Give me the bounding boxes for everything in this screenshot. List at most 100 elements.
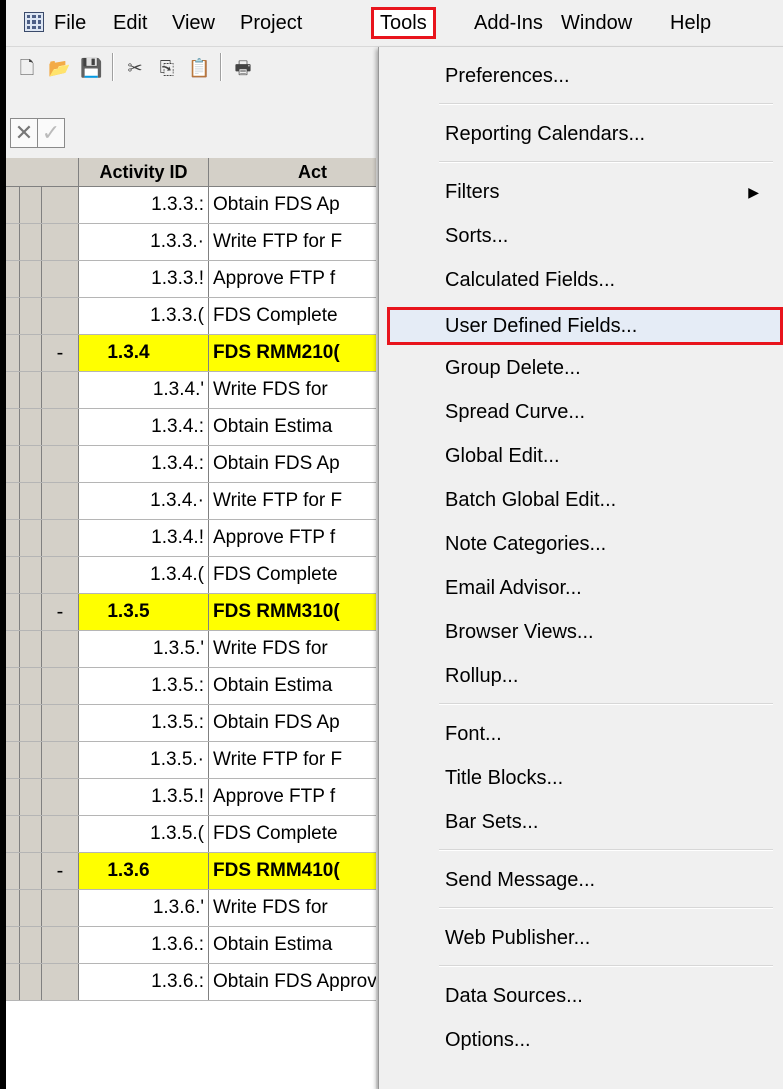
- collapse-toggle[interactable]: [42, 224, 79, 260]
- cancel-edit-button[interactable]: ✕: [10, 118, 38, 148]
- table-row[interactable]: 1.3.5.' Write FDS for: [6, 631, 376, 668]
- new-icon[interactable]: 🗋: [16, 57, 38, 79]
- menu-item-email-advisor[interactable]: Email Advisor...: [399, 569, 769, 607]
- table-row[interactable]: 1.3.3.! Approve FTP f: [6, 261, 376, 298]
- paste-icon[interactable]: 📋: [188, 57, 210, 79]
- row-selector[interactable]: [20, 372, 42, 408]
- cell-activity-name[interactable]: Write FDS for: [209, 372, 376, 408]
- cell-activity-name[interactable]: Obtain FDS Ap: [209, 446, 376, 482]
- table-row[interactable]: 1.3.4.' Write FDS for: [6, 372, 376, 409]
- menu-item-spread-curve[interactable]: Spread Curve...: [399, 393, 769, 431]
- collapse-toggle[interactable]: [42, 483, 79, 519]
- menu-item-sorts[interactable]: Sorts...: [399, 217, 769, 255]
- cell-activity-id[interactable]: 1.3.4.': [79, 372, 209, 408]
- collapse-toggle[interactable]: -: [42, 594, 79, 630]
- cell-activity-id[interactable]: 1.3.6: [79, 853, 209, 889]
- app-icon[interactable]: [24, 12, 44, 32]
- menu-edit[interactable]: Edit: [111, 10, 149, 36]
- menu-item-reporting-calendars[interactable]: Reporting Calendars...: [399, 115, 769, 153]
- cell-activity-name[interactable]: Write FDS for: [209, 890, 376, 926]
- header-activity-id[interactable]: Activity ID: [79, 158, 209, 186]
- menu-item-batch-global-edit[interactable]: Batch Global Edit...: [399, 481, 769, 519]
- cell-activity-name[interactable]: Approve FTP f: [209, 520, 376, 556]
- open-icon[interactable]: 📂: [48, 57, 70, 79]
- row-selector[interactable]: [20, 261, 42, 297]
- menu-item-global-edit[interactable]: Global Edit...: [399, 437, 769, 475]
- collapse-toggle[interactable]: [42, 631, 79, 667]
- cell-activity-id[interactable]: 1.3.3.(: [79, 298, 209, 334]
- row-selector[interactable]: [20, 816, 42, 852]
- table-row[interactable]: 1.3.4.: Obtain FDS Ap: [6, 446, 376, 483]
- collapse-toggle[interactable]: [42, 520, 79, 556]
- copy-icon[interactable]: ⎘: [156, 57, 178, 79]
- table-row[interactable]: 1.3.6.:Obtain FDS Approval for FDS RMM41…: [6, 964, 376, 1001]
- cell-activity-name[interactable]: Write FTP for F: [209, 742, 376, 778]
- cell-activity-id[interactable]: 1.3.5.:: [79, 705, 209, 741]
- cell-activity-id[interactable]: 1.3.6.:: [79, 964, 209, 1000]
- summary-row[interactable]: -1.3.6 FDS RMM410(: [6, 853, 376, 890]
- row-selector[interactable]: [20, 779, 42, 815]
- row-selector[interactable]: [20, 853, 42, 889]
- row-selector[interactable]: [20, 224, 42, 260]
- cell-activity-id[interactable]: 1.3.5.(: [79, 816, 209, 852]
- menu-item-rollup[interactable]: Rollup...: [399, 657, 769, 695]
- table-row[interactable]: 1.3.6.: Obtain Estima: [6, 927, 376, 964]
- row-selector[interactable]: [20, 631, 42, 667]
- menu-item-font[interactable]: Font...: [399, 715, 769, 753]
- table-row[interactable]: 1.3.4.: Obtain Estima: [6, 409, 376, 446]
- print-icon[interactable]: 🖶: [232, 57, 254, 79]
- cell-activity-id[interactable]: 1.3.6.:: [79, 927, 209, 963]
- row-selector[interactable]: [20, 483, 42, 519]
- collapse-toggle[interactable]: [42, 816, 79, 852]
- collapse-toggle[interactable]: [42, 890, 79, 926]
- table-row[interactable]: 1.3.5.: Obtain FDS Ap: [6, 705, 376, 742]
- cell-activity-name[interactable]: FDS RMM310(: [209, 594, 376, 630]
- collapse-toggle[interactable]: [42, 372, 79, 408]
- table-row[interactable]: 1.3.4.(FDS Complete: [6, 557, 376, 594]
- table-row[interactable]: 1.3.4.· Write FTP for F: [6, 483, 376, 520]
- menu-help[interactable]: Help: [668, 10, 713, 36]
- menu-item-preferences[interactable]: Preferences...: [399, 57, 769, 95]
- cell-activity-id[interactable]: 1.3.6.': [79, 890, 209, 926]
- summary-row[interactable]: -1.3.5 FDS RMM310(: [6, 594, 376, 631]
- cell-activity-name[interactable]: Approve FTP f: [209, 261, 376, 297]
- row-selector[interactable]: [20, 409, 42, 445]
- menu-item-bar-sets[interactable]: Bar Sets...: [399, 803, 769, 841]
- row-selector[interactable]: [20, 668, 42, 704]
- cell-activity-id[interactable]: 1.3.4: [79, 335, 209, 371]
- menu-item-calculated-fields[interactable]: Calculated Fields...: [399, 261, 769, 299]
- cell-activity-name[interactable]: FDS RMM410(: [209, 853, 376, 889]
- table-row[interactable]: 1.3.4.! Approve FTP f: [6, 520, 376, 557]
- cell-activity-name[interactable]: Obtain FDS Approval for FDS RMM4100: [209, 964, 376, 1000]
- save-icon[interactable]: 💾: [80, 57, 102, 79]
- collapse-toggle[interactable]: [42, 446, 79, 482]
- menu-item-group-delete[interactable]: Group Delete...: [399, 349, 769, 387]
- cell-activity-name[interactable]: Write FTP for F: [209, 224, 376, 260]
- collapse-toggle[interactable]: [42, 261, 79, 297]
- menu-item-options[interactable]: Options...: [399, 1021, 769, 1059]
- row-selector[interactable]: [20, 446, 42, 482]
- menu-window[interactable]: Window: [559, 10, 634, 36]
- row-selector[interactable]: [20, 187, 42, 223]
- cell-activity-id[interactable]: 1.3.4.·: [79, 483, 209, 519]
- table-row[interactable]: 1.3.5.! Approve FTP f: [6, 779, 376, 816]
- cell-activity-name[interactable]: Approve FTP f: [209, 779, 376, 815]
- menu-item-browser-views[interactable]: Browser Views...: [399, 613, 769, 651]
- cell-activity-id[interactable]: 1.3.3.:: [79, 187, 209, 223]
- cell-activity-id[interactable]: 1.3.5.!: [79, 779, 209, 815]
- row-selector[interactable]: [20, 890, 42, 926]
- collapse-toggle[interactable]: -: [42, 853, 79, 889]
- menu-item-send-message[interactable]: Send Message...: [399, 861, 769, 899]
- row-selector[interactable]: [20, 594, 42, 630]
- accept-edit-button[interactable]: ✓: [37, 118, 65, 148]
- cell-activity-name[interactable]: FDS Complete: [209, 816, 376, 852]
- collapse-toggle[interactable]: [42, 705, 79, 741]
- cell-activity-name[interactable]: Obtain FDS Ap: [209, 705, 376, 741]
- summary-row[interactable]: -1.3.4 FDS RMM210(: [6, 335, 376, 372]
- menu-project[interactable]: Project: [238, 10, 304, 36]
- cell-activity-id[interactable]: 1.3.5.': [79, 631, 209, 667]
- menu-item-data-sources[interactable]: Data Sources...: [399, 977, 769, 1015]
- table-row[interactable]: 1.3.3.: Obtain FDS Ap: [6, 187, 376, 224]
- cell-activity-name[interactable]: Obtain FDS Ap: [209, 187, 376, 223]
- cell-activity-id[interactable]: 1.3.5.·: [79, 742, 209, 778]
